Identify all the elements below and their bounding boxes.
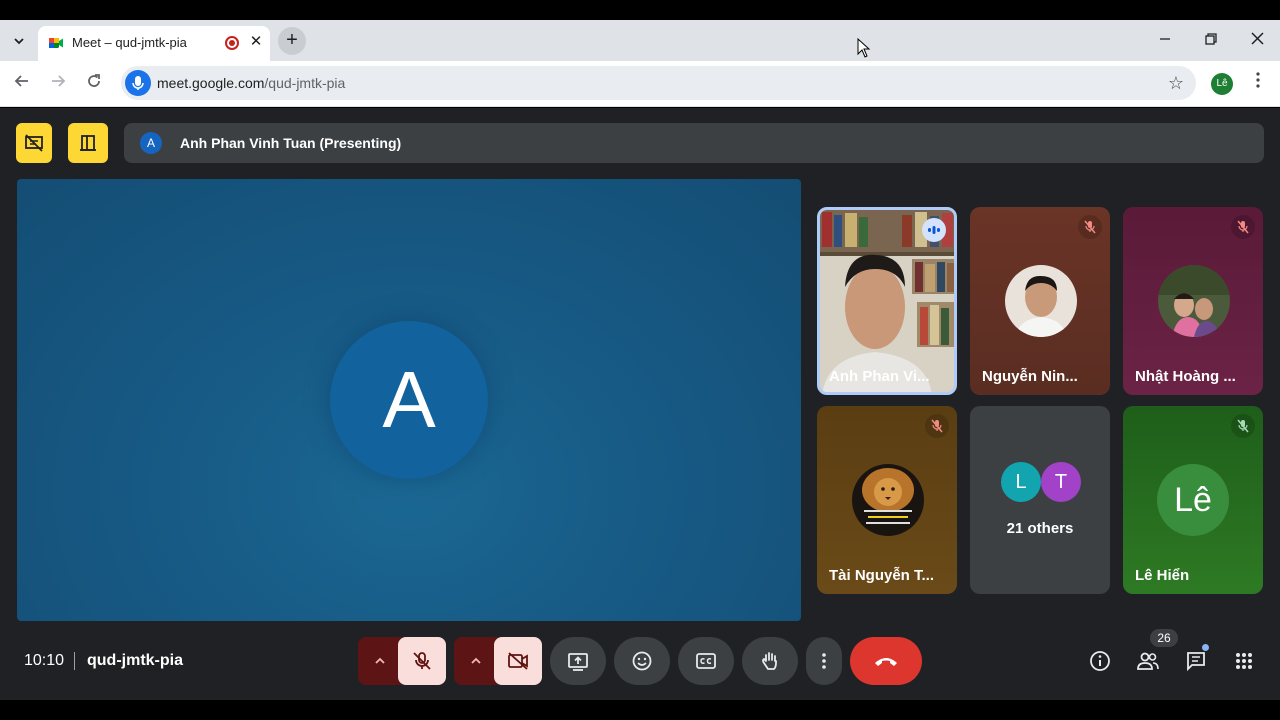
present-screen-icon xyxy=(568,653,588,671)
chat-icon[interactable] xyxy=(1184,649,1208,673)
mic-off-icon xyxy=(925,414,949,438)
participant-name: Anh Phan Vi... xyxy=(829,368,930,385)
emoji-icon xyxy=(632,651,652,671)
pin-layout-button[interactable] xyxy=(68,123,108,163)
speaking-indicator-icon xyxy=(922,218,946,242)
participant-tile[interactable]: Anh Phan Vi... xyxy=(817,207,957,395)
camera-control xyxy=(454,637,542,685)
divider xyxy=(74,652,75,670)
others-tile[interactable]: L T 21 others xyxy=(970,406,1110,594)
browser-tab-meet[interactable]: Meet – qud-jmtk-pia ✕ xyxy=(38,26,270,61)
main-presentation-tile[interactable]: A xyxy=(17,179,801,621)
forward-arrow-icon[interactable] xyxy=(46,72,70,96)
presenting-banner: A Anh Phan Vinh Tuan (Presenting) xyxy=(124,123,1264,163)
microphone-control xyxy=(358,637,446,685)
url-domain: meet.google.com xyxy=(157,75,265,91)
restore-window-icon[interactable] xyxy=(1199,28,1223,52)
meeting-info-icon[interactable] xyxy=(1088,649,1112,673)
url-text[interactable]: meet.google.com/qud-jmtk-pia xyxy=(157,75,345,91)
closed-captions-icon xyxy=(696,653,716,669)
back-arrow-icon[interactable] xyxy=(10,72,34,96)
mic-off-icon xyxy=(1231,414,1255,438)
tab-title: Meet – qud-jmtk-pia xyxy=(72,35,187,50)
others-count-label: 21 others xyxy=(1006,520,1074,537)
browser-toolbar: meet.google.com/qud-jmtk-pia ☆ Lê xyxy=(0,61,1280,107)
presentation-off-icon xyxy=(25,134,43,152)
profile-avatar[interactable]: Lê xyxy=(1211,73,1233,95)
participant-name: Tài Nguyễn T... xyxy=(829,567,935,584)
participant-name: Nhật Hoàng ... xyxy=(1135,368,1236,385)
mic-off-icon xyxy=(1231,215,1255,239)
browser-menu-icon[interactable] xyxy=(1250,72,1266,96)
address-bar[interactable]: meet.google.com/qud-jmtk-pia ☆ xyxy=(121,66,1196,100)
present-screen-button[interactable] xyxy=(550,637,606,685)
other-avatar: L xyxy=(1001,462,1041,502)
presenting-label: Anh Phan Vinh Tuan (Presenting) xyxy=(180,135,402,151)
audio-options-chevron-up-icon[interactable] xyxy=(358,637,402,685)
tab-close-icon[interactable]: ✕ xyxy=(246,32,266,52)
screen: Meet – qud-jmtk-pia ✕ + meet.google.com/… xyxy=(0,0,1280,720)
reactions-button[interactable] xyxy=(614,637,670,685)
main-avatar: A xyxy=(330,321,488,479)
microphone-in-use-icon[interactable] xyxy=(125,70,151,96)
participant-avatar-photo xyxy=(1158,265,1230,337)
tab-search-chevron-icon[interactable] xyxy=(8,30,30,52)
new-tab-button[interactable]: + xyxy=(278,27,306,55)
participant-tile[interactable]: Lê Lê Hiển xyxy=(1123,406,1263,594)
url-path: /qud-jmtk-pia xyxy=(264,75,346,91)
mic-toggle-button[interactable] xyxy=(398,637,446,685)
raise-hand-icon xyxy=(762,652,777,670)
google-meet-favicon-icon xyxy=(49,38,63,48)
call-end-icon xyxy=(875,658,897,666)
leave-call-button[interactable] xyxy=(850,637,922,685)
close-window-icon[interactable] xyxy=(1245,28,1269,52)
raise-hand-button[interactable] xyxy=(742,637,798,685)
participant-avatar-photo xyxy=(1005,265,1077,337)
layout-panel-icon xyxy=(80,135,96,151)
participant-name: Nguyễn Nin... xyxy=(982,368,1078,385)
more-vert-icon xyxy=(822,653,826,669)
mouse-cursor-icon xyxy=(857,38,871,58)
participant-tile[interactable]: Nguyễn Nin... xyxy=(970,207,1110,395)
participant-avatar: Lê xyxy=(1157,464,1229,536)
participant-name: Lê Hiển xyxy=(1135,567,1190,584)
reload-icon[interactable] xyxy=(82,72,106,96)
minimize-window-icon[interactable] xyxy=(1153,28,1177,52)
participant-tile[interactable]: Tài Nguyễn T... xyxy=(817,406,957,594)
people-icon[interactable] xyxy=(1136,649,1160,673)
camera-off-icon xyxy=(508,652,528,670)
mic-off-icon xyxy=(1078,215,1102,239)
meeting-clock: 10:10 xyxy=(24,652,65,669)
participants-count-badge: 26 xyxy=(1150,629,1178,647)
captions-button[interactable] xyxy=(678,637,734,685)
more-options-button[interactable] xyxy=(806,637,842,685)
hide-presentation-button[interactable] xyxy=(16,123,52,163)
participant-avatar-photo xyxy=(852,464,924,536)
recording-indicator-icon xyxy=(225,36,239,50)
participant-tile[interactable]: Nhật Hoàng ... xyxy=(1123,207,1263,395)
mic-off-icon xyxy=(413,652,431,670)
other-avatar: T xyxy=(1041,462,1081,502)
bookmark-star-icon[interactable]: ☆ xyxy=(1168,73,1184,94)
meet-stage: A Anh Phan Vinh Tuan (Presenting) A Anh … xyxy=(0,108,1280,700)
meeting-code: qud-jmtk-pia xyxy=(87,652,183,669)
camera-toggle-button[interactable] xyxy=(494,637,542,685)
browser-tab-bar: Meet – qud-jmtk-pia ✕ + xyxy=(0,20,1280,61)
presenter-avatar: A xyxy=(140,132,162,154)
activities-apps-icon[interactable] xyxy=(1232,649,1256,673)
unread-indicator xyxy=(1202,644,1209,651)
video-options-chevron-up-icon[interactable] xyxy=(454,637,498,685)
